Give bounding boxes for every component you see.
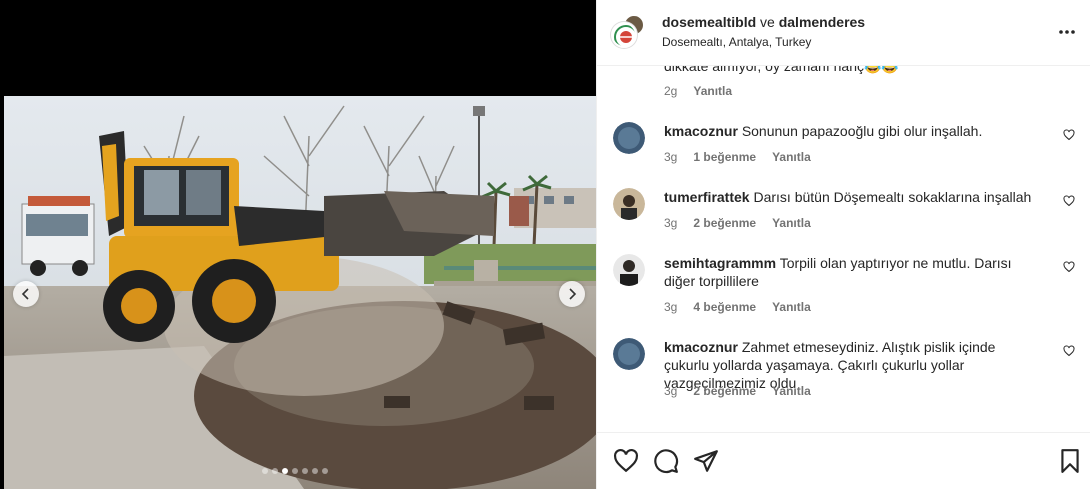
comment-button[interactable] [653, 448, 679, 474]
more-options-button[interactable] [1057, 22, 1077, 42]
carousel-dot [302, 468, 308, 474]
like-comment-button[interactable] [1063, 194, 1075, 207]
post-location[interactable]: Dosemealtı, Antalya, Turkey [662, 35, 811, 49]
reply-button[interactable]: Yanıtla [772, 384, 811, 398]
like-comment-button[interactable] [1063, 260, 1075, 273]
heart-icon [614, 448, 638, 473]
more-horizontal-icon [1059, 30, 1075, 34]
comment-likes[interactable]: 2 beğenme [693, 216, 756, 230]
avatar[interactable] [613, 254, 645, 286]
avatar-image [613, 254, 645, 286]
municipality-logo-icon [614, 25, 635, 46]
comment-username[interactable]: semihtagrammm [664, 255, 776, 271]
backhoe-photo [4, 96, 596, 489]
heart-icon [1063, 195, 1075, 207]
post-details-panel: dosemealtibld ve dalmenderes Dosemealtı,… [596, 0, 1090, 489]
comment-time: 3g [664, 384, 678, 398]
comment-time: 3g [664, 216, 678, 230]
comment-icon [654, 449, 679, 474]
comment-item: kmacoznur Sonunun papazooğlu gibi olur i… [613, 122, 1083, 166]
carousel-dot [322, 468, 328, 474]
comment-meta: 3g 2 beğenme Yanıtla [664, 384, 811, 398]
carousel-dot [272, 468, 278, 474]
comment-meta: 3g 4 beğenme Yanıtla [664, 300, 811, 314]
heart-icon [1063, 129, 1075, 141]
comment-text: Darısı bütün Döşemealtı sokaklarına inşa… [753, 189, 1032, 205]
carousel-next-button[interactable] [559, 281, 585, 307]
reply-button[interactable]: Yanıtla [693, 84, 732, 98]
reply-button[interactable]: Yanıtla [772, 300, 811, 314]
avatar-image [613, 188, 645, 220]
avatar-image [613, 338, 645, 370]
comments-list[interactable]: dikkate almıyor, oy zamanı hanç😂😂 2g Yan… [597, 66, 1090, 432]
collab-avatars[interactable] [611, 14, 647, 50]
avatar[interactable] [613, 122, 645, 154]
comment-body: tumerfirattek Darısı bütün Döşemealtı so… [664, 188, 1034, 206]
carousel-dot [312, 468, 318, 474]
comment-text-partial: dikkate almıyor, oy zamanı hanç😂😂 [664, 66, 899, 74]
bookmark-icon [1061, 449, 1079, 473]
post-authors: dosemealtibld ve dalmenderes [662, 14, 865, 30]
carousel-dot [262, 468, 268, 474]
save-button[interactable] [1057, 448, 1083, 474]
like-comment-button[interactable] [1063, 128, 1075, 141]
comment-time: 2g [664, 84, 678, 98]
paper-plane-icon [694, 450, 718, 472]
comment-item: semihtagrammm Torpili olan yaptırıyor ne… [613, 254, 1083, 316]
carousel-dot [282, 468, 288, 474]
comment-body: kmacoznur Sonunun papazooğlu gibi olur i… [664, 122, 1034, 140]
comment-likes[interactable]: 2 beğenme [693, 384, 756, 398]
like-button[interactable] [613, 448, 639, 474]
carousel-prev-button[interactable] [13, 281, 39, 307]
reply-button[interactable]: Yanıtla [772, 150, 811, 164]
heart-icon [1063, 345, 1075, 357]
avatar[interactable] [613, 338, 645, 370]
collaborator-username[interactable]: dalmenderes [779, 14, 865, 30]
comment-time: 3g [664, 300, 678, 314]
comment-username[interactable]: kmacoznur [664, 123, 738, 139]
heart-icon [1063, 261, 1075, 273]
like-comment-button[interactable] [1063, 344, 1075, 357]
carousel-dot [292, 468, 298, 474]
comment-meta: 2g Yanıtla [664, 84, 732, 98]
author-conjunction: ve [760, 14, 775, 30]
post-actions-bar [597, 432, 1090, 489]
author-username[interactable]: dosemealtibld [662, 14, 756, 30]
carousel-indicator [262, 468, 328, 474]
comment-item: kmacoznur Zahmet etmeseydiniz. Alıştık p… [613, 338, 1083, 400]
share-button[interactable] [693, 448, 719, 474]
comment-time: 3g [664, 150, 678, 164]
comment-username[interactable]: tumerfirattek [664, 189, 750, 205]
post-photo[interactable] [4, 96, 596, 489]
comment-username[interactable]: kmacoznur [664, 339, 738, 355]
avatar-image [613, 122, 645, 154]
comment-text: Sonunun papazooğlu gibi olur inşallah. [741, 123, 983, 139]
comment-item: tumerfirattek Darısı bütün Döşemealtı so… [613, 188, 1083, 232]
avatar[interactable] [613, 188, 645, 220]
comment-meta: 3g 2 beğenme Yanıtla [664, 216, 811, 230]
comment-body: semihtagrammm Torpili olan yaptırıyor ne… [664, 254, 1034, 290]
post-header: dosemealtibld ve dalmenderes Dosemealtı,… [597, 0, 1090, 66]
reply-button[interactable]: Yanıtla [772, 216, 811, 230]
avatar[interactable] [611, 22, 637, 48]
comment-likes[interactable]: 1 beğenme [693, 150, 756, 164]
chevron-left-icon [21, 288, 29, 300]
chevron-right-icon [569, 288, 577, 300]
comment-likes[interactable]: 4 beğenme [693, 300, 756, 314]
post-media [0, 0, 596, 489]
comment-meta: 3g 1 beğenme Yanıtla [664, 150, 811, 164]
